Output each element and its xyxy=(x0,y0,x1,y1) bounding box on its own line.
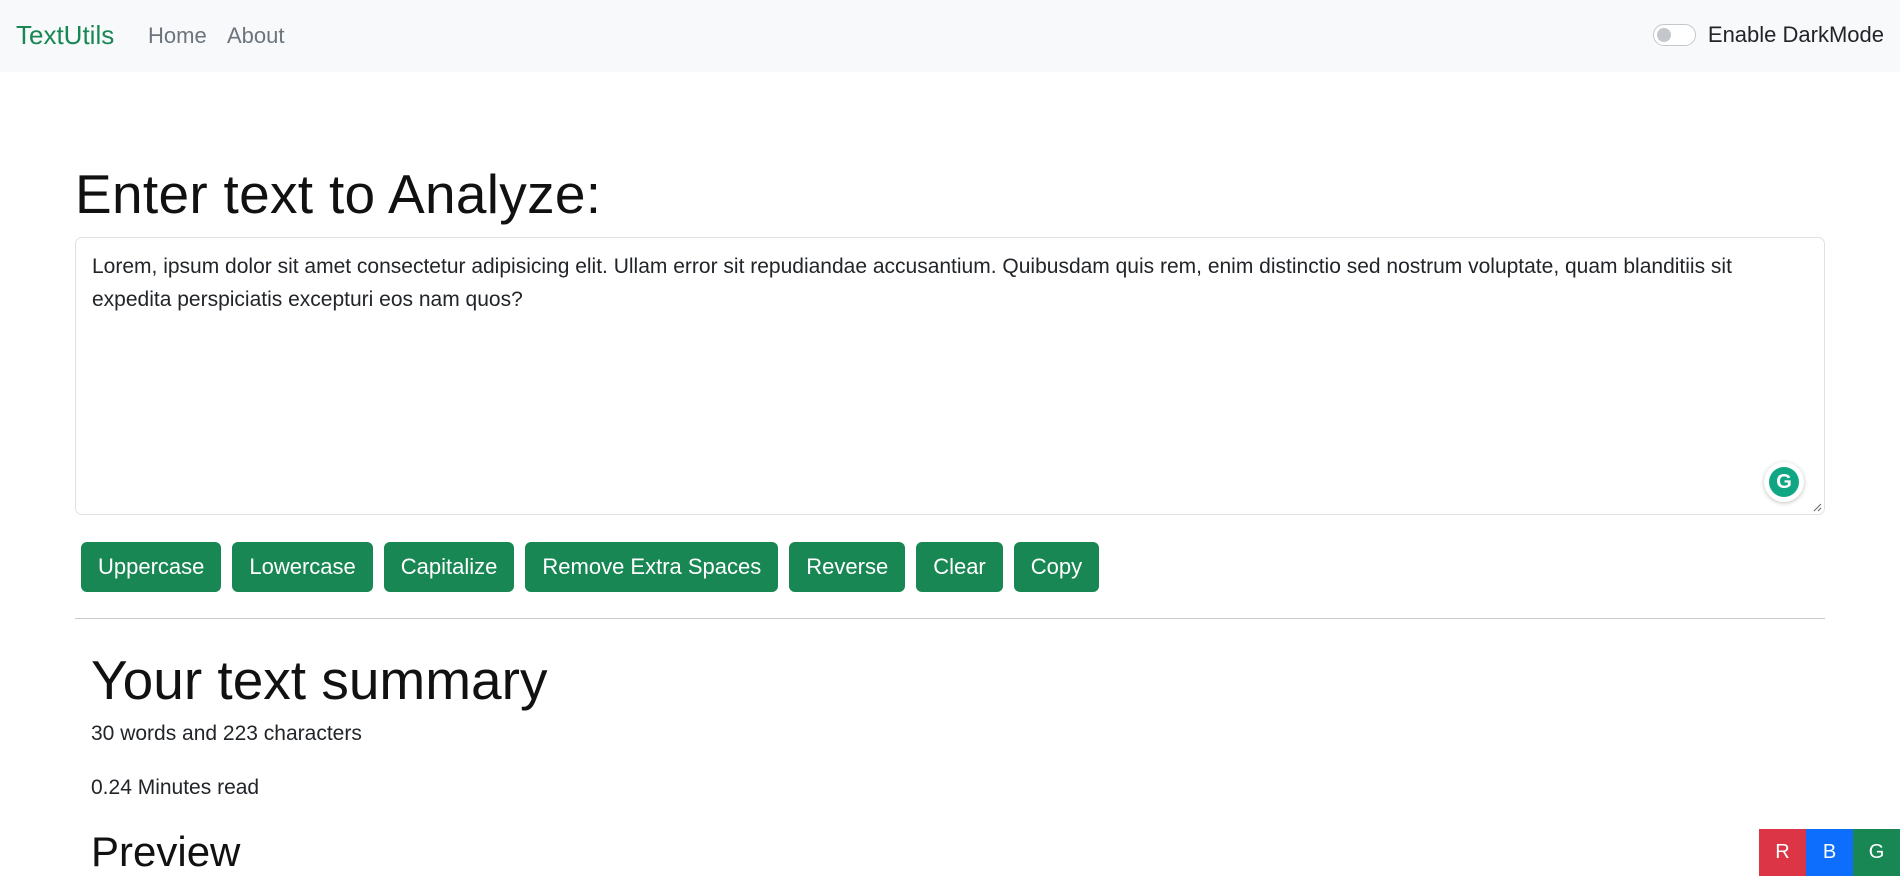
lowercase-button[interactable]: Lowercase xyxy=(232,542,373,592)
preview-heading: Preview xyxy=(91,828,241,875)
clear-button[interactable]: Clear xyxy=(916,542,1003,592)
uppercase-button[interactable]: Uppercase xyxy=(81,542,222,592)
reverse-button[interactable]: Reverse xyxy=(789,542,906,592)
nav-link-home[interactable]: Home xyxy=(148,23,207,49)
page-title: Enter text to Analyze: xyxy=(75,163,602,225)
action-buttons: Uppercase Lowercase Capitalize Remove Ex… xyxy=(81,542,1100,592)
toggle-knob xyxy=(1656,28,1671,42)
word-count: 30 words and 223 characters xyxy=(91,722,362,745)
summary-heading: Your text summary xyxy=(91,649,548,711)
read-time: 0.24 Minutes read xyxy=(91,776,260,799)
grammarly-icon[interactable]: G xyxy=(1764,462,1804,502)
brand-logo[interactable]: TextUtils xyxy=(16,20,114,51)
darkmode-switch[interactable]: Enable DarkMode xyxy=(1652,20,1884,50)
theme-red-button[interactable]: R xyxy=(1759,829,1806,876)
textarea-content[interactable]: Lorem, ipsum dolor sit amet consectetur … xyxy=(92,250,1806,316)
resize-handle-icon[interactable] xyxy=(1812,502,1822,512)
theme-buttons: R B G xyxy=(1759,829,1900,876)
copy-button[interactable]: Copy xyxy=(1013,542,1100,592)
divider xyxy=(75,618,1825,619)
theme-green-button[interactable]: G xyxy=(1853,829,1900,876)
nav-link-about[interactable]: About xyxy=(227,23,285,49)
darkmode-label: Enable DarkMode xyxy=(1707,22,1884,47)
toggle-switch[interactable] xyxy=(1652,24,1696,46)
theme-blue-button[interactable]: B xyxy=(1806,829,1853,876)
remove-extra-spaces-button[interactable]: Remove Extra Spaces xyxy=(525,542,779,592)
text-input-area[interactable]: Lorem, ipsum dolor sit amet consectetur … xyxy=(75,237,1825,515)
capitalize-button[interactable]: Capitalize xyxy=(383,542,515,592)
navbar: TextUtils Home About Enable DarkMode xyxy=(0,0,1900,72)
